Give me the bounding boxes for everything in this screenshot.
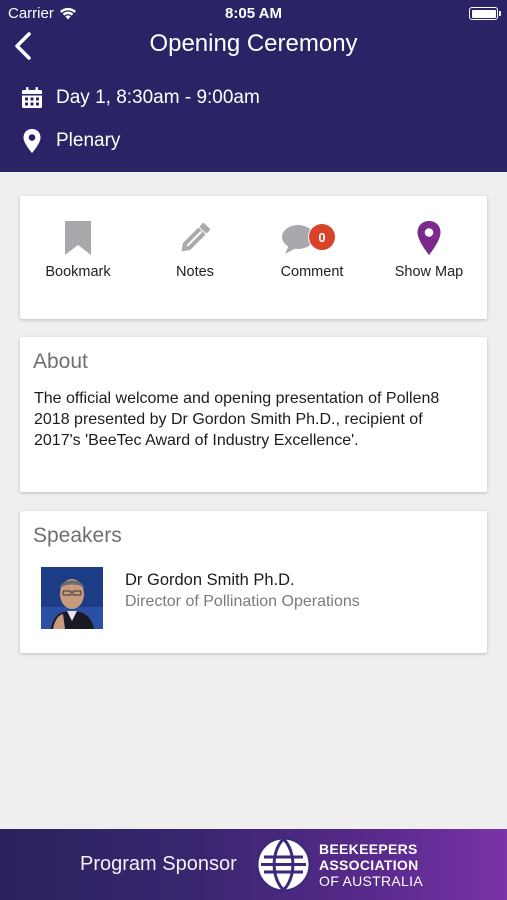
back-button[interactable]	[8, 29, 38, 63]
pencil-icon	[165, 219, 225, 257]
event-header: Carrier 8:05 AM Opening Ceremony Day 1, …	[0, 0, 507, 172]
battery-icon	[469, 7, 501, 20]
comment-icon: 0	[277, 219, 347, 257]
about-card: About The official welcome and opening p…	[20, 337, 487, 492]
speaker-avatar	[41, 567, 103, 629]
speakers-heading: Speakers	[33, 524, 122, 547]
sponsor-label: Program Sponsor	[80, 853, 237, 875]
event-location: Plenary	[56, 130, 121, 151]
show-map-label: Show Map	[394, 264, 464, 280]
comment-button[interactable]: 0 Comment	[254, 196, 370, 319]
map-pin-icon	[399, 219, 459, 257]
notes-button[interactable]: Notes	[137, 196, 253, 319]
bookmark-icon	[48, 219, 108, 257]
bookmark-label: Bookmark	[45, 264, 111, 280]
calendar-icon	[19, 85, 45, 111]
location-pin-icon	[19, 128, 45, 154]
about-text: The official welcome and opening present…	[34, 390, 440, 449]
status-time: 8:05 AM	[225, 5, 282, 22]
comment-label: Comment	[280, 264, 344, 280]
event-date: Day 1, 8:30am - 9:00am	[56, 87, 260, 108]
speakers-card: Speakers Dr Gordon Smith Ph.D. Director …	[20, 511, 487, 653]
chevron-left-icon	[15, 32, 31, 60]
sponsor-logo-line1: BEEKEEPERS	[319, 841, 418, 857]
event-date-row: Day 1, 8:30am - 9:00am	[19, 85, 260, 111]
sponsor-logo-globe-icon	[256, 837, 311, 892]
about-heading: About	[33, 350, 88, 373]
speaker-item[interactable]: Dr Gordon Smith Ph.D. Director of Pollin…	[41, 567, 461, 629]
sponsor-logo-text: BEEKEEPERS ASSOCIATION OF AUSTRALIA	[319, 841, 423, 889]
bookmark-button[interactable]: Bookmark	[20, 196, 136, 319]
comment-count-badge: 0	[308, 223, 336, 251]
actions-card: Bookmark Notes 0 Comment Show Map	[20, 196, 487, 319]
status-bar: Carrier 8:05 AM	[0, 0, 507, 28]
notes-label: Notes	[176, 264, 214, 280]
event-location-row: Plenary	[19, 128, 120, 154]
page-title: Opening Ceremony	[149, 30, 358, 57]
sponsor-banner[interactable]: Program Sponsor BEEKEEPERS ASSOCIATION O…	[0, 829, 507, 900]
sponsor-logo-line2: ASSOCIATION	[319, 857, 419, 873]
show-map-button[interactable]: Show Map	[371, 196, 487, 319]
sponsor-logo-line3: OF AUSTRALIA	[319, 873, 423, 889]
speaker-name: Dr Gordon Smith Ph.D.	[125, 571, 295, 589]
speaker-role: Director of Pollination Operations	[125, 593, 360, 610]
